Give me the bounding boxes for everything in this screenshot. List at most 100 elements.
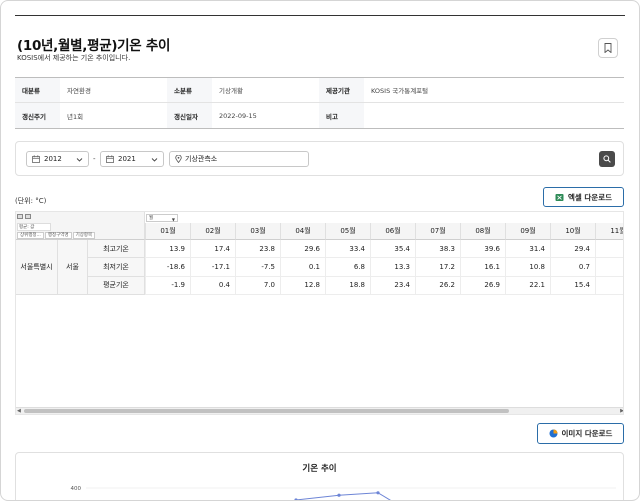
table-cell: 0.1 xyxy=(280,258,325,277)
meta-value: 자연환경 xyxy=(67,87,91,95)
table-cell xyxy=(595,276,623,295)
image-download-label: 이미지 다운로드 xyxy=(561,429,613,438)
pivot-field-chip[interactable]: 기상항목 xyxy=(72,232,96,239)
row-header-region-upper: 서울특별시 xyxy=(16,240,58,295)
table-cell: 38.3 xyxy=(415,240,460,259)
series-line xyxy=(295,492,391,500)
meta-value: 2022-09-15 xyxy=(219,111,257,120)
pivot-row-fields: 상위행정... 행정구역명 기상항목 xyxy=(17,232,96,239)
meta-value: KOSIS 국가통계포털 xyxy=(371,87,429,95)
line-chart: 400 xyxy=(71,486,616,500)
calendar-icon xyxy=(106,155,114,163)
pivot-corner: 평균: 값 상위행정... 행정구역명 기상항목 xyxy=(16,212,145,240)
metadata-row: 갱신주기 년1회 갱신일자 2022-09-15 비고 xyxy=(15,103,624,128)
row-header-metric: 최고기온 xyxy=(88,240,145,259)
end-year-value: 2021 xyxy=(118,155,136,163)
scroll-left-icon[interactable]: ◀ xyxy=(17,408,21,414)
table-cell xyxy=(595,240,623,259)
table-cell: 23.4 xyxy=(370,276,415,295)
search-button[interactable] xyxy=(599,151,615,167)
scroll-right-icon[interactable]: ▶ xyxy=(620,408,623,414)
pivot-toolbar xyxy=(17,214,33,219)
data-point xyxy=(337,493,341,497)
table-cell: 29.4 xyxy=(550,240,595,259)
table-cell: 29.6 xyxy=(280,240,325,259)
table-cell: 15.4 xyxy=(550,276,595,295)
meta-key: 소분류 xyxy=(167,78,212,102)
title-rule xyxy=(15,15,625,16)
table-cell: 33.4 xyxy=(325,240,370,259)
table-cell: 39.6 xyxy=(460,240,505,259)
page-subtitle: KOSIS에서 제공하는 기온 추이입니다. xyxy=(17,54,131,62)
meta-value xyxy=(364,103,624,128)
row-header-metric: 평균기온 xyxy=(88,276,145,295)
meta-key: 비고 xyxy=(319,103,364,128)
table-cell: 7.0 xyxy=(235,276,280,295)
table-cell: 0.4 xyxy=(190,276,235,295)
start-year-select[interactable]: 2012 xyxy=(26,151,89,167)
table-cell: 6.8 xyxy=(325,258,370,277)
table-cell: -18.6 xyxy=(145,258,190,277)
month-column-header: 02월 xyxy=(190,223,235,240)
image-download-button[interactable]: 이미지 다운로드 xyxy=(537,423,624,444)
pivot-field-chip[interactable]: 행정구역명 xyxy=(44,232,72,239)
excel-download-label: 엑셀 다운로드 xyxy=(567,192,612,202)
pivot-grid: 평균: 값 상위행정... 행정구역명 기상항목 월 ▼ 서울특별시 서울 ◀ … xyxy=(15,211,624,415)
pivot-toggle-icon[interactable] xyxy=(17,214,23,219)
table-cell: 23.8 xyxy=(235,240,280,259)
month-column-header: 08월 xyxy=(460,223,505,240)
table-cell: 16.1 xyxy=(460,258,505,277)
filter-bar: 2012 - 2021 기상관측소 xyxy=(15,141,624,176)
bookmark-button[interactable] xyxy=(598,38,618,58)
map-pin-icon xyxy=(175,155,182,163)
table-cell xyxy=(595,258,623,277)
pie-chart-icon xyxy=(549,429,558,438)
month-column-header: 10월 xyxy=(550,223,595,240)
pivot-field-chip[interactable]: 상위행정... xyxy=(17,232,44,239)
table-cell: 26.2 xyxy=(415,276,460,295)
table-cell: 26.9 xyxy=(460,276,505,295)
unit-label: (단위: °C) xyxy=(15,197,47,205)
month-column-header: 01월 xyxy=(145,223,190,240)
start-year-value: 2012 xyxy=(44,155,62,163)
range-separator: - xyxy=(93,155,96,163)
location-select[interactable]: 기상관측소 xyxy=(169,151,309,167)
month-column-header: 04월 xyxy=(280,223,325,240)
column-field-dropdown[interactable]: 월 ▼ xyxy=(146,214,178,222)
y-tick-label: 400 xyxy=(71,486,82,492)
horizontal-scrollbar[interactable]: ◀ ▶ xyxy=(16,407,623,414)
table-cell: 13.3 xyxy=(370,258,415,277)
table-cell: 0.7 xyxy=(550,258,595,277)
month-column-header: 05월 xyxy=(325,223,370,240)
data-point xyxy=(376,491,380,495)
meta-value: 년1회 xyxy=(67,112,84,121)
excel-download-button[interactable]: 엑셀 다운로드 xyxy=(543,187,624,207)
pivot-stat-field[interactable]: 평균: 값 xyxy=(17,223,51,231)
end-year-select[interactable]: 2021 xyxy=(100,151,164,167)
table-cell: -17.1 xyxy=(190,258,235,277)
metadata-row: 대분류 자연환경 소분류 기상개황 제공기관 KOSIS 국가통계포털 xyxy=(15,78,624,103)
chart-panel: 기온 추이 400 xyxy=(15,452,624,500)
month-column-header: 07월 xyxy=(415,223,460,240)
meta-key: 제공기관 xyxy=(319,78,364,102)
scrollbar-thumb[interactable] xyxy=(24,409,509,413)
meta-key: 대분류 xyxy=(15,78,60,102)
month-column-header: 09월 xyxy=(505,223,550,240)
table-cell: 13.9 xyxy=(145,240,190,259)
month-column-header: 03월 xyxy=(235,223,280,240)
row-header-region: 서울 xyxy=(58,240,88,295)
month-column-header: 11월 xyxy=(595,223,623,240)
table-cell: 17.4 xyxy=(190,240,235,259)
table-cell: 17.2 xyxy=(415,258,460,277)
chevron-down-icon xyxy=(151,158,158,162)
dropdown-arrow-icon: ▼ xyxy=(171,217,175,222)
column-field-label: 월 xyxy=(149,216,154,221)
table-cell: 31.4 xyxy=(505,240,550,259)
table-cell: -7.5 xyxy=(235,258,280,277)
meta-value: 기상개황 xyxy=(219,87,243,95)
table-cell: 18.8 xyxy=(325,276,370,295)
metadata-table: 대분류 자연환경 소분류 기상개황 제공기관 KOSIS 국가통계포털 갱신주기… xyxy=(15,77,624,129)
pivot-config-icon[interactable] xyxy=(25,214,31,219)
page-frame: (10년,월별,평균)기온 추이 KOSIS에서 제공하는 기온 추이입니다. … xyxy=(0,0,640,501)
meta-key: 갱신주기 xyxy=(15,103,60,128)
